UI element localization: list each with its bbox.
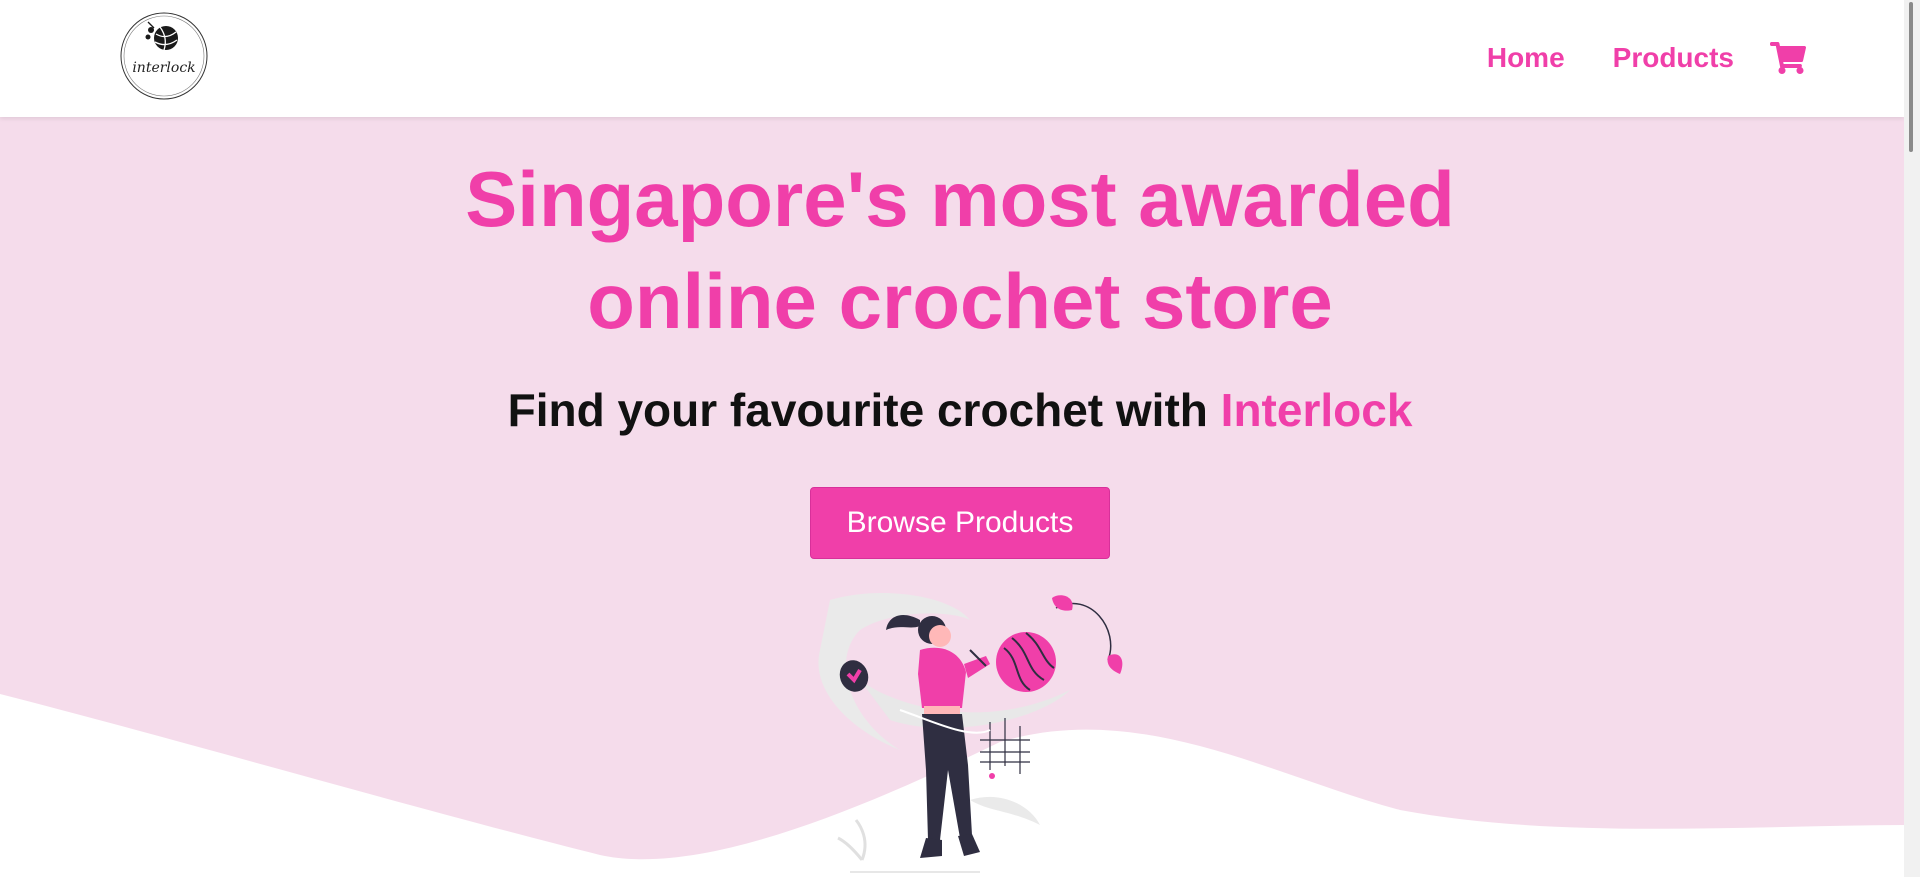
logo[interactable]: interlock bbox=[118, 10, 210, 102]
hero-title-line-2: online crochet store bbox=[587, 257, 1333, 345]
hero-subtitle-brand: Interlock bbox=[1220, 384, 1413, 436]
scrollbar-thumb[interactable] bbox=[1909, 2, 1913, 152]
nav-home-link[interactable]: Home bbox=[1487, 34, 1565, 82]
hero-subtitle: Find your favourite crochet with Interlo… bbox=[0, 380, 1920, 440]
svg-text:interlock: interlock bbox=[132, 60, 195, 76]
page: interlock Home Products Singapore's most… bbox=[0, 0, 1920, 877]
nav-products-link[interactable]: Products bbox=[1613, 34, 1734, 82]
crochet-woman-illustration bbox=[818, 592, 1123, 873]
hero-title-line-1: Singapore's most awarded bbox=[465, 155, 1455, 243]
site-header: interlock Home Products bbox=[0, 0, 1904, 117]
vertical-scrollbar[interactable] bbox=[1904, 0, 1920, 877]
shopping-cart-icon[interactable] bbox=[1770, 38, 1808, 78]
logo-yarn-icon: interlock bbox=[120, 12, 208, 100]
browse-products-button[interactable]: Browse Products bbox=[810, 487, 1110, 559]
hero-subtitle-text: Find your favourite crochet with bbox=[507, 384, 1221, 436]
main-nav: Home Products bbox=[1439, 34, 1808, 82]
hero-title: Singapore's most awarded online crochet … bbox=[0, 148, 1920, 352]
